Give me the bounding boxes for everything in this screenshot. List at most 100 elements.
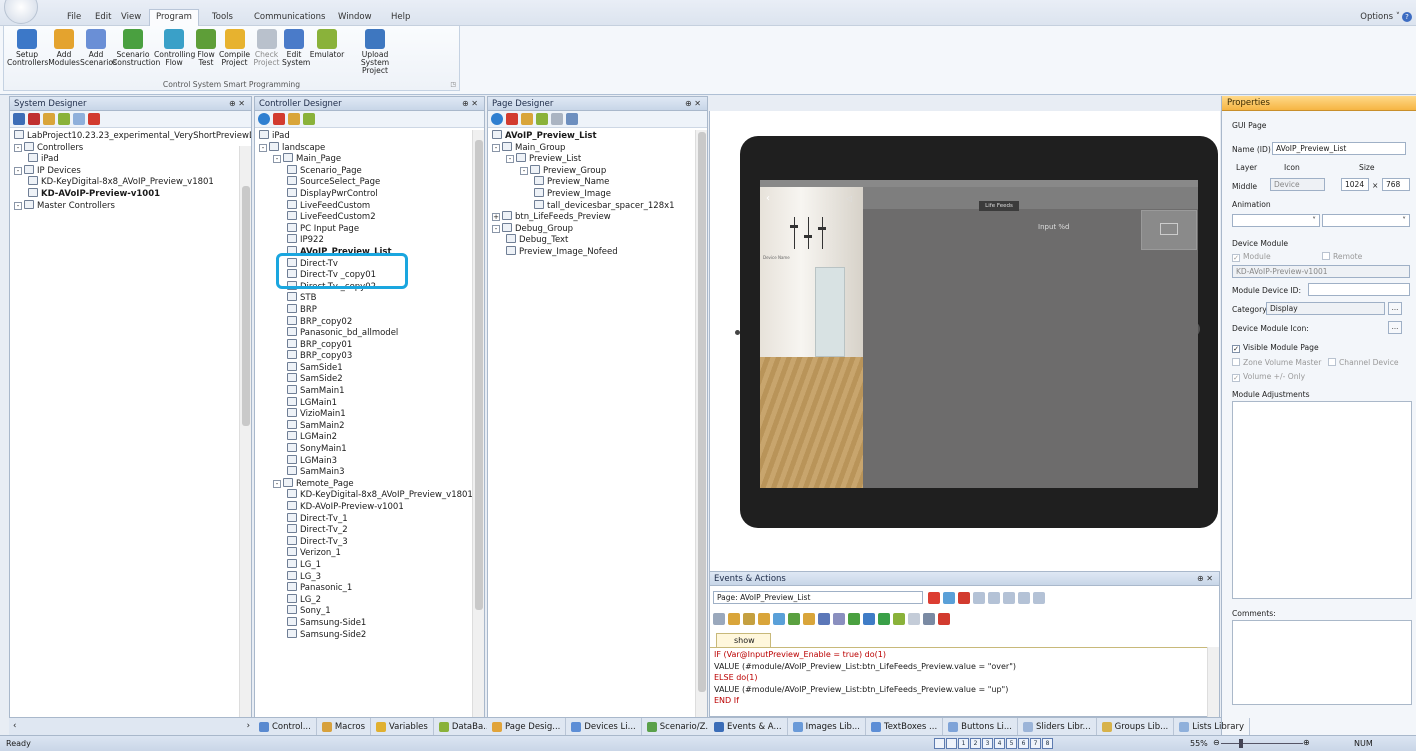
preview-thumbnail[interactable] — [1141, 210, 1197, 250]
action-macro-icon[interactable] — [788, 613, 800, 625]
device-module-icon-button[interactable]: ... — [1388, 321, 1402, 334]
action-script[interactable]: IF (Var@InputPreview_Enable = true) do(1… — [710, 647, 1207, 717]
copy-icon[interactable] — [536, 113, 548, 125]
ribbon-button-setup-controllers[interactable]: Setup Controllers — [7, 26, 48, 76]
remote-checkbox[interactable]: Remote — [1322, 252, 1362, 261]
bottom-tab-devices-li[interactable]: Devices Li... — [566, 718, 642, 735]
tree-node[interactable]: KD-KeyDigital-8x8_AVoIP_Preview_v1801 — [255, 489, 484, 501]
help-icon[interactable]: ? — [1402, 12, 1412, 22]
menu-view[interactable]: View — [121, 12, 141, 22]
menu-help[interactable]: Help — [391, 12, 410, 22]
size-height-input[interactable]: 768 — [1382, 178, 1410, 191]
page-scrollbar[interactable] — [695, 130, 707, 718]
icon-select[interactable]: Device — [1270, 178, 1325, 191]
back-chevron-icon[interactable]: ‹ — [766, 193, 770, 204]
tree-node[interactable]: SamMain3 — [255, 466, 484, 478]
action-refresh-icon[interactable] — [908, 613, 920, 625]
dialog-launcher-icon[interactable]: ◳ — [450, 81, 456, 88]
action-pause-icon[interactable] — [818, 613, 830, 625]
expand-toggle-icon[interactable]: + — [492, 213, 500, 222]
tree-node[interactable]: - Main_Page — [255, 153, 484, 165]
tree-node[interactable]: SamSide2 — [255, 373, 484, 385]
tree-node[interactable]: KD-AVoIP-Preview-v1001 — [10, 187, 251, 200]
ribbon-button-scenario-construction[interactable]: Scenario Construction — [112, 26, 160, 76]
tree-node[interactable]: Preview_Image — [488, 187, 707, 200]
toolbar-view-icon[interactable] — [13, 113, 25, 125]
ipad-screen[interactable]: ‹ ◁ Device Name Life Feeds Input %d — [760, 180, 1198, 488]
system-scrollbar[interactable] — [239, 146, 251, 718]
animation-select-1[interactable]: ˅ — [1232, 214, 1320, 227]
bottom-tab-variables[interactable]: Variables — [371, 718, 434, 735]
tree-node[interactable]: Preview_Name — [488, 176, 707, 188]
tree-node[interactable]: LGMain2 — [255, 431, 484, 443]
tree-node[interactable]: Preview_Image_Nofeed — [488, 245, 707, 258]
ribbon-button-compile-project[interactable]: Compile Project — [218, 26, 251, 76]
event-delete-icon[interactable] — [958, 592, 970, 604]
action-value-icon[interactable] — [773, 613, 785, 625]
category-value[interactable]: Display — [1266, 302, 1385, 315]
script-line[interactable]: ELSE do(1) — [714, 672, 1203, 684]
ribbon-button-add-modules[interactable]: Add Modules — [48, 26, 80, 76]
tree-node[interactable]: Direct-Tv_2 — [255, 524, 484, 536]
status-page-icon[interactable] — [934, 738, 945, 749]
event-copy-icon[interactable] — [943, 592, 955, 604]
action-if-icon[interactable] — [743, 613, 755, 625]
script-line[interactable]: IF (Var@InputPreview_Enable = true) do(1… — [714, 649, 1203, 661]
tree-node[interactable]: PC Input Page — [255, 222, 484, 235]
tree-node[interactable]: LabProject10.23.23_experimental_VeryShor… — [10, 130, 251, 142]
name-id-input[interactable]: AVoIP_Preview_List — [1272, 142, 1406, 155]
system-hscroll[interactable]: ‹ › — [9, 717, 254, 735]
tree-node[interactable]: - landscape — [255, 141, 484, 154]
application-orb-button[interactable] — [4, 0, 38, 24]
edit-icon[interactable] — [521, 113, 533, 125]
tree-node[interactable]: SamSide1 — [255, 361, 484, 374]
tree-node[interactable]: Scenario_Page — [255, 164, 484, 177]
tree-node[interactable]: Sony_1 — [255, 605, 484, 617]
tree-node[interactable]: BRP — [255, 303, 484, 316]
tree-node[interactable]: LiveFeedCustom2 — [255, 211, 484, 223]
tree-node[interactable]: LGMain3 — [255, 454, 484, 467]
event-list5-icon[interactable] — [1033, 592, 1045, 604]
tree-node[interactable]: BRP_copy02 — [255, 315, 484, 328]
volume-only-checkbox[interactable]: ✓ Volume +/- Only — [1232, 372, 1305, 382]
live-feeds-button[interactable]: Life Feeds — [979, 201, 1019, 211]
menu-window[interactable]: Window — [338, 12, 372, 22]
tree-node[interactable]: iPad — [255, 130, 484, 142]
expand-toggle-icon[interactable]: - — [259, 143, 267, 152]
event-list3-icon[interactable] — [1003, 592, 1015, 604]
layout-icon[interactable] — [566, 113, 578, 125]
tree-node[interactable]: tall_devicesbar_spacer_128x1 — [488, 199, 707, 212]
script-line[interactable]: END If — [714, 695, 1203, 707]
action-edit-icon[interactable] — [728, 613, 740, 625]
tree-node[interactable]: BRP_copy03 — [255, 350, 484, 362]
action-goto-icon[interactable] — [923, 613, 935, 625]
action-arrow-icon[interactable] — [878, 613, 890, 625]
action-var-icon[interactable] — [803, 613, 815, 625]
tree-node[interactable]: Direct-Tv_1 — [255, 512, 484, 525]
ribbon-button-emulator[interactable]: Emulator — [306, 26, 348, 76]
action-module-icon[interactable] — [863, 613, 875, 625]
expand-toggle-icon[interactable]: - — [14, 143, 22, 152]
expand-toggle-icon[interactable]: - — [14, 166, 22, 175]
status-page-icon[interactable]: 6 — [1018, 738, 1029, 749]
tree-node[interactable]: LiveFeedCustom — [255, 199, 484, 212]
zone-volume-master-checkbox[interactable]: Zone Volume Master — [1232, 358, 1321, 367]
tree-node[interactable]: Direct-Tv_3 — [255, 535, 484, 548]
tree-node[interactable]: - Master Controllers — [10, 199, 251, 212]
toolbar-add-icon[interactable] — [58, 113, 70, 125]
comments-box[interactable] — [1232, 620, 1412, 705]
action-timer-icon[interactable] — [848, 613, 860, 625]
menu-communications[interactable]: Communications — [254, 12, 325, 22]
tree-node[interactable]: - Controllers — [10, 141, 251, 154]
expand-toggle-icon[interactable]: - — [492, 143, 500, 152]
tree-node[interactable]: LG_1 — [255, 558, 484, 571]
tree-node[interactable]: LG_3 — [255, 570, 484, 583]
bottom-tab-textboxes[interactable]: TextBoxes ... — [866, 718, 944, 735]
options-menu[interactable]: Options ˅ — [1360, 12, 1400, 22]
tree-node[interactable]: SamMain1 — [255, 385, 484, 397]
bottom-tab-lists-library[interactable]: Lists Library — [1174, 718, 1250, 735]
tab-show[interactable]: show — [716, 633, 771, 647]
add-icon[interactable] — [491, 113, 503, 125]
module-checkbox[interactable]: ✓ Module — [1232, 252, 1271, 262]
toolbar-delete-icon[interactable] — [88, 113, 100, 125]
